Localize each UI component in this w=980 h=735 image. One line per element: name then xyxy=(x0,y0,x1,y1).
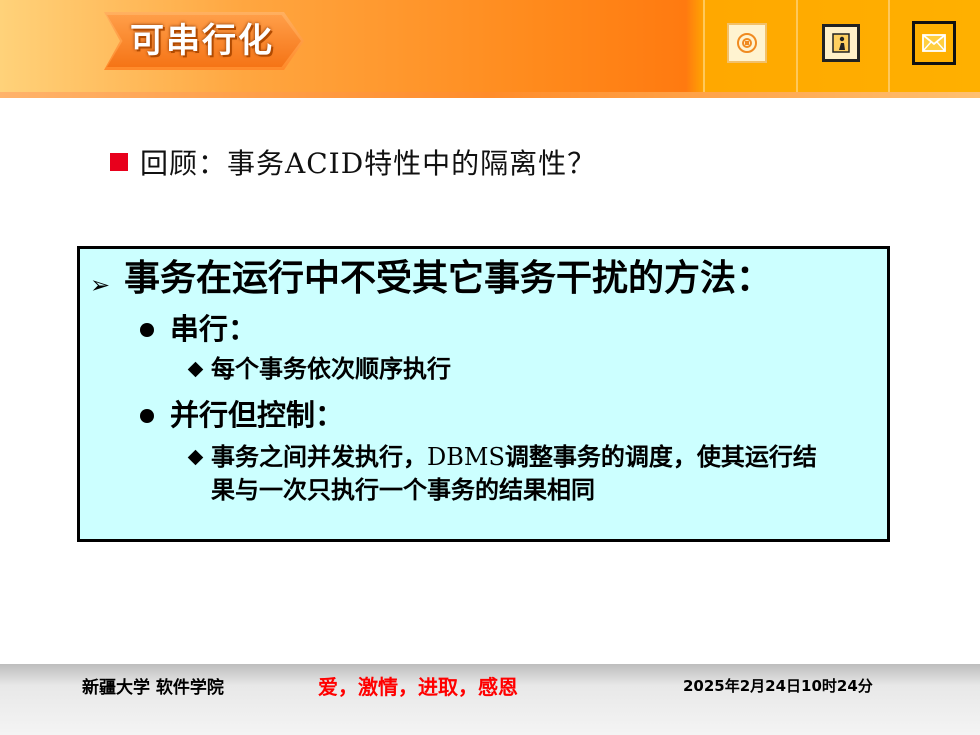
serial-detail-row: 每个事务依次顺序执行 xyxy=(187,353,451,386)
nav-divider xyxy=(796,0,798,92)
arrow-bullet-icon: ➢ xyxy=(90,271,111,299)
footer-date: 2025年2月24日10时24分 xyxy=(683,677,873,695)
isolation-methods-box: ➢ 事务在运行中不受其它事务干扰的方法： 串行： 每个事务依次顺序执行 并行但控… xyxy=(77,246,890,542)
footer-motto: 爱，激情，进取，感恩 xyxy=(318,675,518,699)
diamond-bullet-icon xyxy=(187,449,204,466)
box-heading-row: ➢ 事务在运行中不受其它事务干扰的方法： xyxy=(90,257,772,307)
exit-button[interactable] xyxy=(822,24,860,62)
footer-org: 新疆大学 软件学院 xyxy=(82,678,224,698)
header-underline xyxy=(0,92,980,98)
parallel-detail-line1: 事务之间并发执行，DBMS调整事务的调度，使其运行结 xyxy=(211,441,817,474)
square-bullet-icon xyxy=(110,153,128,171)
box-heading: 事务在运行中不受其它事务干扰的方法： xyxy=(124,258,773,299)
serial-detail: 每个事务依次顺序执行 xyxy=(211,355,451,383)
mail-button[interactable] xyxy=(912,21,956,65)
review-line: 回顾：事务ACID特性中的隔离性？ xyxy=(110,140,596,184)
nav-divider xyxy=(888,0,890,92)
exit-icon xyxy=(832,33,850,53)
parallel-title: 并行但控制： xyxy=(170,398,345,432)
serial-row: 串行： xyxy=(140,309,257,349)
parallel-detail-line2: 果与一次只执行一个事务的结果相同 xyxy=(211,476,595,504)
dot-bullet-icon xyxy=(140,409,154,423)
home-button[interactable] xyxy=(727,23,767,63)
parallel-detail: 事务之间并发执行，DBMS调整事务的调度，使其运行结 果与一次只执行一个事务的结… xyxy=(211,441,817,507)
parallel-detail-row: 事务之间并发执行，DBMS调整事务的调度，使其运行结 果与一次只执行一个事务的结… xyxy=(187,441,880,507)
parallel-detail-part: 事务之间并发执行， xyxy=(211,443,427,471)
review-text: 回顾：事务ACID特性中的隔离性？ xyxy=(140,147,597,180)
parallel-detail-part: 调整事务的调度，使其运行结 xyxy=(504,443,817,471)
home-icon xyxy=(737,33,757,53)
diamond-bullet-icon xyxy=(187,361,204,378)
nav-divider xyxy=(703,0,705,92)
dbms-term: DBMS xyxy=(427,443,505,471)
mail-icon xyxy=(922,34,946,52)
parallel-row: 并行但控制： xyxy=(140,395,344,435)
page-title: 可串行化 xyxy=(130,21,274,61)
dot-bullet-icon xyxy=(140,323,154,337)
serial-title: 串行： xyxy=(170,312,258,346)
